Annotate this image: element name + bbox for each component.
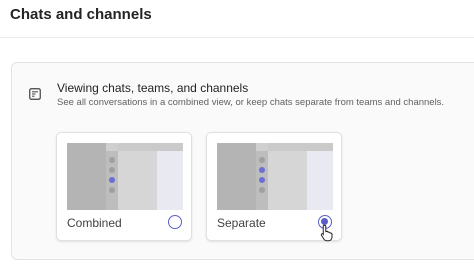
combined-option-label: Combined [67,216,122,230]
chat-view-settings-panel: Viewing chats, teams, and channels See a… [11,62,474,260]
hand-cursor-icon [320,224,333,242]
section-heading: Viewing chats, teams, and channels [57,81,249,95]
combined-view-thumbnail [67,143,183,210]
separate-option-label: Separate [217,216,266,230]
page-title: Chats and channels [10,6,152,23]
combined-view-option[interactable]: Combined [56,132,192,241]
section-description: See all conversations in a combined view… [57,97,445,108]
header-divider [0,37,474,38]
separate-view-thumbnail [217,143,333,210]
chat-settings-icon [29,88,41,100]
combined-radio[interactable] [168,215,182,229]
